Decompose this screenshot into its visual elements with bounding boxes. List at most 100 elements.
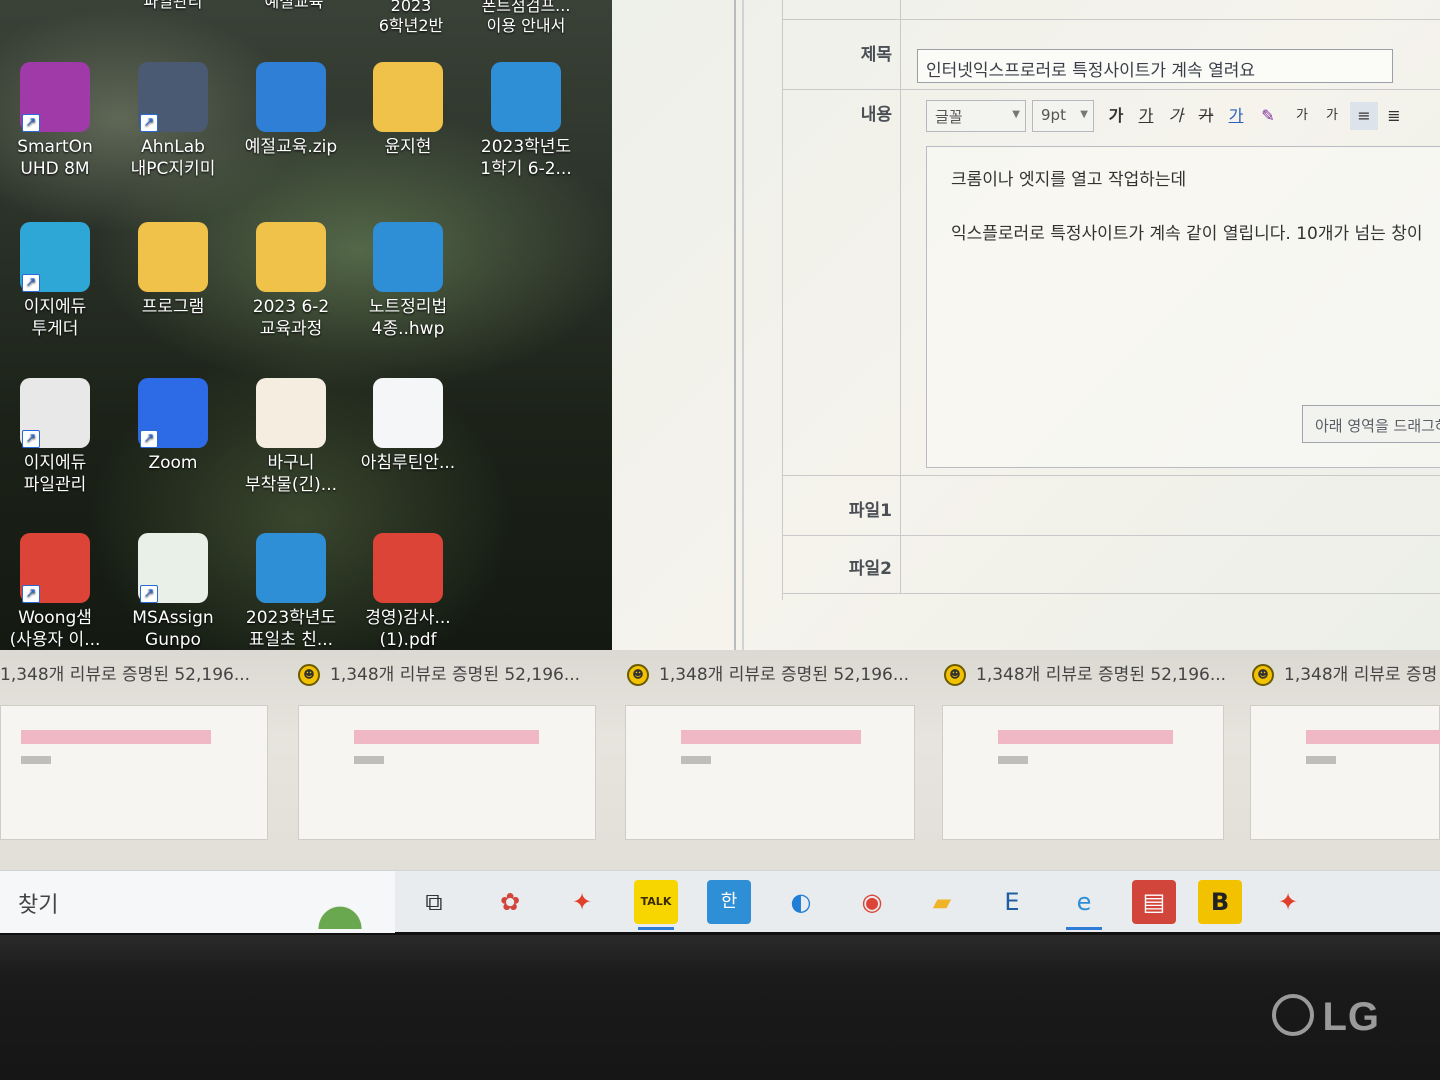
desktop-icon[interactable]: ↗ 이지에듀 투게더 — [0, 222, 114, 340]
lg-logo-icon — [1272, 994, 1315, 1037]
internet-explorer-icon[interactable]: e — [1062, 880, 1106, 930]
shortcut-arrow-icon: ↗ — [22, 114, 40, 132]
window-divider — [734, 0, 736, 650]
content-line: 익스플로러로 특정사이트가 계속 같이 열립니다. 10개가 넘는 창이 — [951, 224, 1423, 244]
preview-title[interactable]: ☻ 1,348개 리뷰로 증명된 52,196... — [627, 660, 909, 686]
kakao-badge-icon: ☻ — [298, 664, 320, 686]
preview-thumbnail[interactable] — [0, 705, 268, 840]
underline-button[interactable]: 가 — [1132, 102, 1160, 130]
desktop-icon[interactable]: ↗ SmartOn UHD 8M — [0, 62, 114, 180]
kakao-badge-icon: ☻ — [1252, 664, 1274, 686]
desktop-icon[interactable]: 2023학년도 1학기 6-2... — [467, 62, 585, 180]
shortcut-arrow-icon: ↗ — [140, 430, 158, 448]
strikethrough-button[interactable]: 가 — [1192, 102, 1220, 130]
drag-area-button[interactable]: 아래 영역을 드래그하 — [1302, 405, 1440, 443]
preview-title[interactable]: ☻ 1,348개 리뷰로 증명된 52,196... — [944, 660, 1226, 686]
desktop-icon[interactable]: 아침루틴안... — [349, 378, 467, 474]
desktop-icon-label: 예절교육.zip — [244, 137, 338, 157]
ebs-icon[interactable]: E — [990, 880, 1034, 924]
subject-label: 제목 — [783, 20, 901, 89]
image-icon — [256, 378, 326, 448]
bold-button[interactable]: 가 — [1102, 102, 1130, 130]
edge-icon[interactable]: ◐ — [779, 880, 823, 924]
align-left-icon[interactable]: ≡ — [1350, 102, 1378, 130]
preview-thumbnail[interactable] — [1250, 705, 1440, 840]
preview-title-text: 1,348개 리뷰로 증명된 52,196... — [0, 665, 251, 685]
desktop-icon-label[interactable]: 예절교육 — [235, 0, 353, 12]
monitor-bezel: LG — [0, 935, 1440, 1080]
font-size-select[interactable]: 9pt ▼ — [1032, 100, 1094, 132]
desktop-icon[interactable]: ↗ MSAssign Gunpo — [114, 533, 232, 651]
desktop-icon[interactable]: 예절교육.zip — [232, 62, 350, 158]
desktop-icon[interactable]: 2023 6-2 교육과정 — [232, 222, 350, 340]
desktop-icon-label: 2023 6-2 교육과정 — [252, 297, 330, 339]
hancom-icon[interactable]: 한 — [707, 880, 751, 924]
preview-title[interactable]: ☻ 1,348개 리뷰로 증명 — [1252, 660, 1437, 686]
font-size-value: 9pt — [1041, 106, 1066, 124]
preview-title[interactable]: 1,348개 리뷰로 증명된 52,196... — [0, 660, 250, 686]
desktop-icon[interactable]: 경영)감사... (1).pdf — [349, 533, 467, 651]
desktop-icon[interactable]: 윤지현 — [349, 62, 467, 158]
desktop-icon[interactable]: ↗ AhnLab 내PC지키미 — [114, 62, 232, 180]
desktop-icon[interactable]: ↗ Zoom — [114, 378, 232, 474]
file-explorer-icon[interactable]: ▰ — [920, 880, 964, 924]
post-editor-window: 제목 내용 파일1 파일2 인터넷익스프로러로 특정사이트가 계속 열려요 글꼴… — [612, 0, 1440, 650]
b-app-icon[interactable]: B — [1198, 880, 1242, 924]
kakao-badge-icon: ☻ — [627, 664, 649, 686]
subject-input[interactable]: 인터넷익스프로러로 특정사이트가 계속 열려요 — [917, 49, 1393, 83]
subscript-button[interactable]: 가 — [1318, 102, 1346, 130]
desktop-icon-label[interactable]: 파일관리 — [114, 0, 232, 12]
align-center-icon[interactable]: ≣ — [1380, 102, 1408, 130]
hwp-icon — [256, 533, 326, 603]
desktop-icon-label[interactable]: 폰트점검프... 이용 안내서 — [467, 0, 585, 36]
content-label: 내용 — [783, 90, 901, 475]
desktop-icon-label: 노트정리법 4종..hwp — [368, 297, 448, 339]
taskbar: 찾기 ⧉ ✿ ✦ TALK 한 ◐ ◉ ▰ Ee ▤ B ✦ — [0, 870, 1440, 933]
desktop-icon-label: Woong샘 (사용자 이... — [9, 608, 101, 650]
desktop-icon[interactable]: 2023학년도 표일초 친... — [232, 533, 350, 651]
preview-title-text: 1,348개 리뷰로 증명된 52,196... — [976, 665, 1227, 685]
zip-icon — [256, 62, 326, 132]
desktop-icon[interactable]: 노트정리법 4종..hwp — [349, 222, 467, 340]
shortcut-arrow-icon: ↗ — [140, 114, 158, 132]
pinwheel-icon[interactable]: ✿ — [488, 880, 532, 924]
msassign-icon[interactable]: ✦ — [1266, 880, 1310, 924]
form-row-category — [783, 0, 1440, 20]
search-highlight-icon — [290, 877, 390, 929]
desktop-icon-label[interactable]: 2023 6학년2반 — [352, 0, 470, 36]
kakao-badge-icon: ☻ — [944, 664, 966, 686]
preview-title[interactable]: ☻ 1,348개 리뷰로 증명된 52,196... — [298, 660, 580, 686]
font-family-value: 글꼴 — [935, 108, 963, 126]
font-color-button[interactable]: 가 — [1222, 102, 1250, 130]
italic-button[interactable]: 가 — [1162, 102, 1190, 130]
desktop-icon[interactable]: ↗ Woong샘 (사용자 이... — [0, 533, 114, 651]
desktop-icon-label: Zoom — [148, 453, 198, 473]
superscript-button[interactable]: 가 — [1288, 102, 1316, 130]
font-family-select[interactable]: 글꼴 ▼ — [926, 100, 1026, 132]
search-label: 찾기 — [18, 893, 59, 918]
editor-toolbar: 글꼴 ▼ 9pt ▼ 가 가 가 가 가 ✎ 가 가 ≡ ≣ — [926, 100, 1440, 136]
desktop-icon[interactable]: ↗ 이지에듀 파일관리 — [0, 378, 114, 496]
preview-thumbnail[interactable] — [298, 705, 596, 840]
shortcut-arrow-icon: ↗ — [22, 274, 40, 292]
desktop-icon-label: 2023학년도 표일초 친... — [245, 608, 337, 650]
presentation-icon[interactable]: ▤ — [1132, 880, 1176, 924]
preview-thumbnail[interactable] — [625, 705, 915, 840]
kakaotalk-icon[interactable]: TALK — [634, 880, 678, 930]
preview-thumbnail[interactable] — [942, 705, 1224, 840]
highlight-icon[interactable]: ✎ — [1254, 102, 1282, 130]
monitor-screen: 파일관리 예절교육 2023 6학년2반 폰트점검프... 이용 안내서 ↗ Sm… — [0, 0, 1440, 935]
task-view-icon[interactable]: ⧉ — [412, 880, 456, 924]
smarton-icon: ↗ — [20, 62, 90, 132]
msassign-icon[interactable]: ✦ — [560, 880, 604, 924]
desktop-icon-label: 2023학년도 1학기 6-2... — [480, 137, 572, 179]
desktop-icon[interactable]: 바구니 부착물(긴)... — [232, 378, 350, 496]
folder-icon — [373, 62, 443, 132]
shortcut-arrow-icon: ↗ — [22, 430, 40, 448]
taskbar-search-box[interactable]: 찾기 — [0, 871, 395, 933]
desktop-icon-label: AhnLab 내PC지키미 — [130, 137, 216, 179]
desktop-icon[interactable]: 프로그램 — [114, 222, 232, 318]
file-icon: ↗ — [20, 378, 90, 448]
desktop-icon-label: 윤지현 — [384, 137, 432, 157]
chrome-icon[interactable]: ◉ — [850, 880, 894, 924]
